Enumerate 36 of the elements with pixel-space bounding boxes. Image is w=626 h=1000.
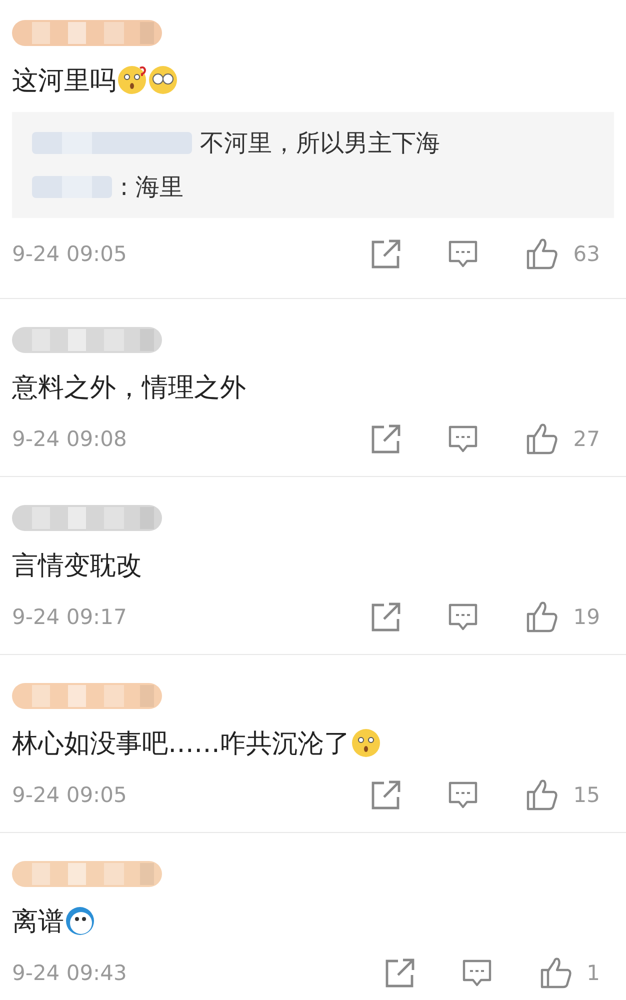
timestamp: 9-24 09:43 [12, 961, 128, 985]
timestamp: 9-24 09:05 [12, 783, 128, 807]
comment-text: 言情变耽改 [12, 550, 142, 582]
share-icon[interactable] [370, 601, 402, 633]
share-icon[interactable] [370, 238, 402, 270]
like-count: 1 [586, 961, 600, 985]
thumbs-up-icon[interactable] [525, 422, 560, 456]
like-count: 27 [573, 427, 600, 451]
comment-icon[interactable] [447, 601, 480, 633]
comment-text: 这河里吗 [12, 64, 116, 98]
comment-text: 意料之外，情理之外 [12, 372, 246, 404]
reply-text: : 海里 [120, 172, 184, 203]
reply-text: 不河里，所以男主下海 [200, 128, 440, 159]
timestamp: 9-24 09:05 [12, 242, 128, 266]
share-icon[interactable] [384, 957, 416, 989]
like-count: 19 [573, 605, 600, 629]
comment-icon[interactable] [447, 779, 480, 811]
comment-icon[interactable] [460, 957, 493, 989]
thumbs-up-icon[interactable] [525, 600, 560, 634]
comment-text: 林心如没事吧……咋共沉沦了 [12, 728, 350, 760]
puzzled-face-icon [117, 65, 147, 95]
thumbs-up-icon[interactable] [525, 237, 560, 271]
thumbs-up-icon[interactable] [538, 956, 573, 990]
thumbs-up-icon[interactable] [525, 778, 560, 812]
surprised-face-icon [351, 728, 381, 758]
like-count: 15 [573, 783, 600, 807]
comment-text: 离谱 [12, 906, 64, 938]
timestamp: 9-24 09:17 [12, 605, 128, 629]
timestamp: 9-24 09:08 [12, 427, 128, 451]
share-icon[interactable] [370, 423, 402, 455]
glasses-face-icon [148, 65, 178, 95]
round-face-icon [65, 906, 95, 936]
comment-icon[interactable] [447, 238, 480, 270]
like-count: 63 [573, 242, 600, 266]
comment-icon[interactable] [447, 423, 480, 455]
share-icon[interactable] [370, 779, 402, 811]
